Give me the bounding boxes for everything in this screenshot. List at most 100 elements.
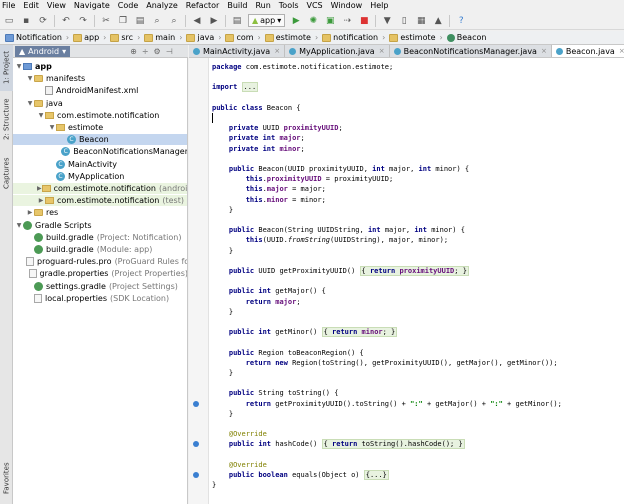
breadcrumb-item[interactable]: main — [141, 32, 178, 44]
open-folder-icon[interactable]: ▭ — [3, 15, 15, 27]
editor-tab[interactable]: BeaconNotificationsManager.java × — [389, 45, 552, 57]
expand-down-icon[interactable]: ▼ — [26, 100, 34, 107]
breadcrumb-item[interactable]: java — [183, 32, 217, 44]
tree-item[interactable]: ▶com.estimote.notification(androidTest) — [13, 183, 187, 194]
project-structure-icon[interactable]: ▦ — [415, 15, 427, 27]
copy-icon[interactable]: ❐ — [117, 15, 129, 27]
project-view-select[interactable]: ▲ Android ▾ — [15, 45, 71, 57]
expand-right-icon[interactable]: ▶ — [37, 197, 45, 204]
expand-right-icon[interactable]: ▶ — [26, 209, 34, 216]
menu-item-build[interactable]: Build — [227, 0, 247, 12]
find-icon[interactable]: ⌕ — [151, 15, 163, 27]
attach-debugger-icon[interactable]: ⇢ — [341, 15, 353, 27]
tree-item[interactable]: local.properties (SDK Location) — [13, 293, 187, 304]
close-icon[interactable]: × — [379, 47, 385, 55]
breadcrumb-item[interactable]: com — [222, 32, 256, 44]
tree-item[interactable]: C MyApplication — [13, 171, 187, 182]
tab-favorites[interactable]: Favorites — [0, 455, 13, 501]
locate-icon[interactable]: ⊕ — [130, 47, 137, 56]
tree-item-suffix: (Project: Notification) — [96, 232, 182, 242]
tree-item[interactable]: gradle.properties (Project Properties) — [13, 268, 187, 279]
menu-item-code[interactable]: Code — [118, 0, 138, 12]
save-icon[interactable]: ▪ — [20, 15, 32, 27]
redo-icon[interactable]: ↷ — [77, 15, 89, 27]
hide-icon[interactable]: ⊣ — [166, 47, 173, 56]
expand-down-icon[interactable]: ▼ — [48, 124, 56, 131]
tree-item[interactable]: build.gradle (Project: Notification) — [13, 232, 187, 243]
close-icon[interactable]: × — [619, 47, 624, 55]
sync-icon[interactable]: ⟳ — [37, 15, 49, 27]
editor-tab[interactable]: MainActivity.java × — [189, 45, 286, 57]
expand-down-icon[interactable]: ▼ — [37, 112, 45, 119]
menu-item-help[interactable]: Help — [370, 0, 388, 12]
menu-item-analyze[interactable]: Analyze — [146, 0, 178, 12]
editor-tab[interactable]: MyApplication.java × — [285, 45, 390, 57]
override-marker-icon[interactable] — [193, 441, 199, 448]
code-editor[interactable]: package com.estimote.notification.estimo… — [209, 58, 624, 504]
breadcrumb-item[interactable]: Beacon — [444, 32, 490, 44]
menu-item-refactor[interactable]: Refactor — [186, 0, 220, 12]
menu-item-window[interactable]: Window — [331, 0, 363, 12]
tree-item[interactable]: ▶ res — [13, 207, 187, 218]
breadcrumb-item[interactable]: notification — [319, 32, 381, 44]
expand-down-icon[interactable]: ▼ — [15, 222, 23, 229]
tree-item[interactable]: settings.gradle (Project Settings) — [13, 281, 187, 292]
menu-item-run[interactable]: Run — [255, 0, 270, 12]
menu-item-tools[interactable]: Tools — [279, 0, 299, 12]
tab-captures[interactable]: Captures — [0, 153, 13, 193]
override-marker-icon[interactable] — [193, 472, 199, 478]
override-marker-icon[interactable] — [193, 400, 199, 407]
device-monitor-icon[interactable]: ▲ — [432, 15, 444, 27]
tree-item[interactable]: C Beacon — [13, 134, 187, 146]
tab-project[interactable]: 1: Project — [0, 45, 13, 91]
menu-item-file[interactable]: File — [2, 0, 15, 12]
menu-item-view[interactable]: View — [47, 0, 66, 12]
replace-icon[interactable]: ⌕ — [168, 15, 180, 27]
tree-item[interactable]: ▶ com.estimote.notification (test) — [13, 195, 187, 207]
menu-item-vcs[interactable]: VCS — [307, 0, 323, 12]
cut-icon[interactable]: ✂ — [100, 15, 112, 27]
code-line: public UUID getProximityUUID() { return … — [228, 266, 469, 276]
tree-item[interactable]: ▼ java — [13, 98, 187, 109]
run-icon[interactable]: ▶ — [290, 15, 302, 27]
stop-icon[interactable]: ■ — [358, 15, 370, 27]
breadcrumb-item[interactable]: app — [70, 32, 102, 44]
tree-item[interactable]: C MainActivity — [13, 159, 187, 170]
breadcrumb-item[interactable]: estimote — [386, 32, 438, 44]
back-icon[interactable]: ◀ — [191, 15, 203, 27]
paste-icon[interactable]: ▤ — [134, 15, 146, 27]
breadcrumb-item[interactable]: Notification — [2, 32, 65, 44]
editor-tab[interactable]: Beacon.java × — [551, 45, 624, 57]
close-icon[interactable]: × — [541, 47, 547, 55]
tree-item[interactable]: ▼ app — [13, 61, 187, 72]
tree-item[interactable]: proguard-rules.pro(ProGuard Rules for ap… — [13, 256, 187, 267]
expand-down-icon[interactable]: ▼ — [26, 75, 34, 82]
avd-manager-icon[interactable]: ▯ — [398, 15, 410, 27]
project-view-label: Android — [28, 46, 60, 56]
tree-item[interactable]: ▼ estimote — [13, 122, 187, 133]
tree-item[interactable]: C BeaconNotificationsManager — [13, 146, 187, 157]
menu-item-navigate[interactable]: Navigate — [74, 0, 110, 12]
debug-icon[interactable]: ✺ — [307, 15, 319, 27]
sdk-manager-icon[interactable]: ▼ — [381, 15, 393, 27]
forward-icon[interactable]: ▶ — [208, 15, 220, 27]
make-project-icon[interactable]: ▤ — [231, 15, 243, 27]
collapse-icon[interactable]: ÷ — [142, 47, 149, 56]
tree-item[interactable]: ▼ Gradle Scripts — [13, 220, 187, 231]
tree-item[interactable]: AndroidManifest.xml — [13, 85, 187, 96]
close-icon[interactable]: × — [274, 47, 280, 55]
tree-item[interactable]: build.gradle (Module: app) — [13, 244, 187, 255]
run-config-select[interactable]: ▲ app ▾ — [248, 14, 286, 27]
help-icon[interactable]: ? — [455, 15, 467, 27]
breadcrumb-item[interactable]: estimote — [262, 32, 314, 44]
coverage-icon[interactable]: ▣ — [324, 15, 336, 27]
tree-item-label: build.gradle — [46, 232, 94, 242]
undo-icon[interactable]: ↶ — [60, 15, 72, 27]
tree-item[interactable]: ▼ com.estimote.notification — [13, 110, 187, 121]
tree-item[interactable]: ▼ manifests — [13, 73, 187, 84]
breadcrumb-item[interactable]: src — [107, 32, 136, 44]
gear-icon[interactable]: ⚙ — [154, 47, 161, 56]
expand-down-icon[interactable]: ▼ — [15, 63, 23, 70]
tab-structure[interactable]: 2: Structure — [0, 97, 13, 141]
menu-item-edit[interactable]: Edit — [23, 0, 39, 12]
